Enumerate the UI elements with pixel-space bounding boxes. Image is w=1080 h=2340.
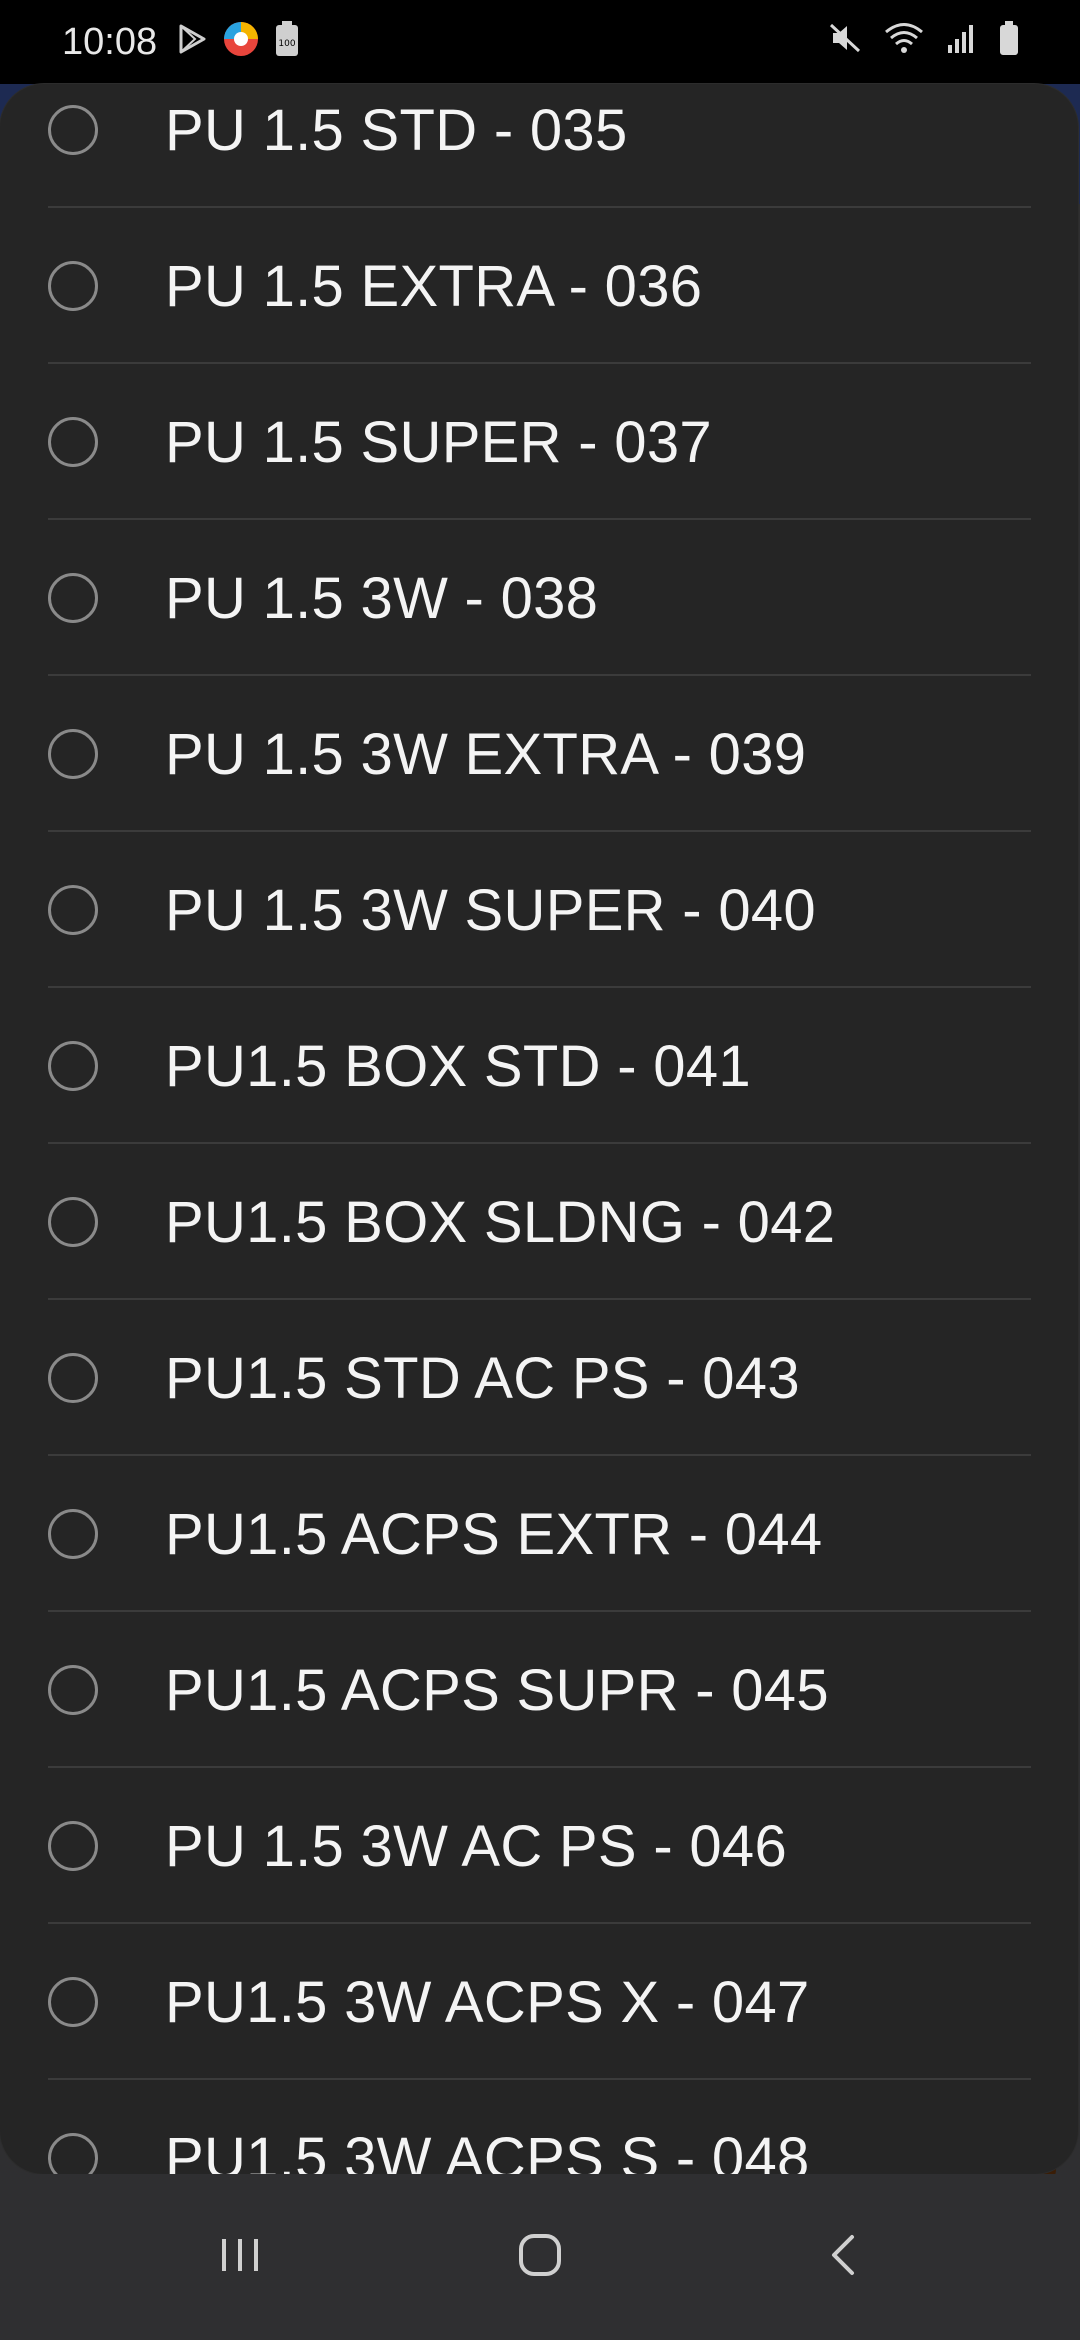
screen: 10:08 100 PU 1.5 STD - 035 PU 1.5 EXTRA …: [0, 0, 1080, 2340]
mute-icon: [828, 21, 862, 60]
option-row[interactable]: PU1.5 BOX STD - 041: [0, 988, 1078, 1144]
option-label: PU1.5 3W ACPS X - 047: [165, 1969, 810, 2035]
radio-button[interactable]: [48, 1353, 98, 1403]
navigation-bar: [0, 2174, 1080, 2340]
radio-button[interactable]: [48, 729, 98, 779]
option-row[interactable]: PU 1.5 STD - 035: [0, 84, 1078, 208]
recents-button[interactable]: [140, 2174, 340, 2340]
option-row[interactable]: PU1.5 STD AC PS - 043: [0, 1300, 1078, 1456]
status-right-icons: [828, 20, 1020, 61]
battery-saver-icon: 100: [274, 20, 300, 63]
status-left-icons: 100: [178, 20, 300, 63]
option-row[interactable]: PU1.5 BOX SLDNG - 042: [0, 1144, 1078, 1300]
option-label: PU1.5 3W ACPS S - 048: [165, 2125, 810, 2175]
option-row[interactable]: PU 1.5 3W AC PS - 046: [0, 1768, 1078, 1924]
radio-button[interactable]: [48, 573, 98, 623]
option-row[interactable]: PU 1.5 EXTRA - 036: [0, 208, 1078, 364]
home-button[interactable]: [440, 2174, 640, 2340]
radio-button[interactable]: [48, 417, 98, 467]
signal-icon: [946, 21, 976, 60]
option-row[interactable]: PU 1.5 3W SUPER - 040: [0, 832, 1078, 988]
back-button[interactable]: [742, 2174, 942, 2340]
selection-dialog: PU 1.5 STD - 035 PU 1.5 EXTRA - 036 PU 1.5…: [0, 84, 1078, 2174]
option-row[interactable]: PU1.5 3W ACPS S - 048: [0, 2080, 1078, 2174]
radio-button[interactable]: [48, 2133, 98, 2174]
wifi-icon: [884, 21, 924, 60]
option-label: PU1.5 ACPS EXTR - 044: [165, 1501, 823, 1567]
option-label: PU1.5 ACPS SUPR - 045: [165, 1657, 829, 1723]
option-label: PU 1.5 3W - 038: [165, 565, 599, 631]
options-list[interactable]: PU 1.5 STD - 035 PU 1.5 EXTRA - 036 PU 1.5…: [0, 84, 1078, 2174]
option-row[interactable]: PU1.5 ACPS SUPR - 045: [0, 1612, 1078, 1768]
option-row[interactable]: PU1.5 ACPS EXTR - 044: [0, 1456, 1078, 1612]
radio-button[interactable]: [48, 1041, 98, 1091]
battery-badge-text: 100: [278, 39, 295, 49]
option-label: PU1.5 BOX SLDNG - 042: [165, 1189, 836, 1255]
option-row[interactable]: PU 1.5 SUPER - 037: [0, 364, 1078, 520]
option-label: PU1.5 BOX STD - 041: [165, 1033, 751, 1099]
battery-icon: [998, 20, 1020, 61]
radio-button[interactable]: [48, 261, 98, 311]
option-label: PU1.5 STD AC PS - 043: [165, 1345, 800, 1411]
option-label: PU 1.5 3W EXTRA - 039: [165, 721, 807, 787]
radio-button[interactable]: [48, 1821, 98, 1871]
option-label: PU 1.5 3W AC PS - 046: [165, 1813, 788, 1879]
back-icon: [824, 2231, 860, 2284]
radio-button[interactable]: [48, 885, 98, 935]
option-row[interactable]: PU 1.5 3W - 038: [0, 520, 1078, 676]
recents-icon: [218, 2235, 262, 2280]
option-row[interactable]: PU 1.5 3W EXTRA - 039: [0, 676, 1078, 832]
option-label: PU 1.5 STD - 035: [165, 97, 628, 163]
radio-button[interactable]: [48, 1665, 98, 1715]
radio-button[interactable]: [48, 1197, 98, 1247]
option-label: PU 1.5 3W SUPER - 040: [165, 877, 816, 943]
radio-button[interactable]: [48, 105, 98, 155]
browser-app-icon: [222, 20, 260, 63]
radio-button[interactable]: [48, 1509, 98, 1559]
radio-button[interactable]: [48, 1977, 98, 2027]
option-label: PU 1.5 EXTRA - 036: [165, 253, 703, 319]
status-bar: 10:08 100: [0, 0, 1080, 84]
option-row[interactable]: PU1.5 3W ACPS X - 047: [0, 1924, 1078, 2080]
home-icon: [516, 2231, 564, 2284]
option-label: PU 1.5 SUPER - 037: [165, 409, 712, 475]
status-time: 10:08: [62, 21, 158, 63]
play-store-icon: [178, 23, 208, 60]
